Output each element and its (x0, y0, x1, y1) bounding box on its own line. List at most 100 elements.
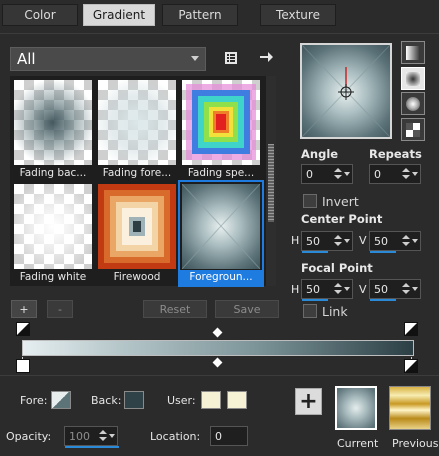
category-dropdown[interactable]: All (10, 47, 206, 71)
chevron-down-icon (191, 56, 199, 61)
spinner-icon[interactable] (402, 234, 410, 248)
gradient-thumbnail (182, 184, 260, 269)
link-label: Link (322, 304, 348, 319)
spinner-icon[interactable] (99, 429, 107, 443)
color-midpoint[interactable] (212, 357, 223, 368)
gradient-name: Fading spe... (187, 167, 255, 179)
angle-field[interactable]: 0 (301, 164, 353, 184)
previous-swatch[interactable] (389, 386, 431, 430)
add-stop-button[interactable]: + (11, 300, 37, 318)
gradient-name: Foregroun... (180, 270, 262, 285)
focal-h-value: 50 (306, 282, 320, 296)
plus-icon: + (299, 388, 318, 414)
opacity-field[interactable]: 100 (64, 426, 119, 448)
tab-color[interactable]: Color (2, 4, 78, 26)
tab-texture[interactable]: Texture (260, 4, 336, 26)
chevron-down-icon[interactable] (412, 172, 418, 176)
value-bar (65, 446, 119, 448)
angle-label: Angle (301, 147, 339, 161)
previous-label: Previous (392, 437, 439, 450)
current-swatch[interactable] (335, 386, 377, 430)
radial-gradient-icon (406, 122, 420, 137)
center-h-value: 50 (306, 234, 320, 248)
gradient-thumbnail (98, 80, 176, 165)
gradient-item[interactable]: Firewood (96, 182, 178, 285)
focal-point-label: Focal Point (301, 261, 373, 275)
link-checkbox[interactable] (303, 304, 317, 318)
linear-style-button[interactable] (401, 41, 425, 64)
value-bar (370, 251, 396, 253)
section-divider (0, 375, 439, 376)
focal-h-label: H (291, 283, 300, 296)
chevron-down-icon[interactable] (412, 287, 418, 291)
opacity-stop-right[interactable] (404, 322, 418, 336)
chevron-down-icon[interactable] (109, 434, 115, 438)
gradient-editor-bar[interactable] (22, 340, 414, 356)
angle-value: 0 (306, 167, 313, 181)
linear-gradient-icon (406, 45, 420, 60)
gradient-name: Fading white (19, 271, 87, 283)
gradient-item-selected[interactable]: Foregroun... (178, 180, 264, 287)
gradient-item[interactable]: Fading bac... (12, 78, 94, 181)
library-scrollbar[interactable] (266, 76, 276, 286)
tab-pattern[interactable]: Pattern (162, 4, 238, 26)
color-stop-right[interactable] (404, 359, 418, 373)
location-value: 0 (215, 429, 222, 443)
center-v-field[interactable]: 50 (369, 231, 421, 253)
arrow-right-icon[interactable] (258, 49, 274, 65)
back-swatch[interactable] (124, 391, 144, 409)
scrollbar-thumb[interactable] (268, 144, 274, 222)
spinner-icon[interactable] (402, 167, 410, 181)
chevron-down-icon[interactable] (344, 239, 350, 243)
gradient-library: Fading bac... Fading fore... Fading spe.… (10, 76, 266, 287)
gradient-thumbnail (98, 184, 176, 269)
center-h-field[interactable]: 50 (301, 231, 353, 253)
chevron-down-icon[interactable] (344, 172, 350, 176)
tab-gradient[interactable]: Gradient (83, 4, 155, 26)
location-label: Location: (150, 430, 201, 443)
rectangular-gradient-icon (406, 71, 420, 86)
reset-button[interactable]: Reset (143, 300, 207, 318)
add-to-library-button[interactable]: + (295, 388, 322, 415)
fore-swatch[interactable] (51, 391, 71, 409)
gradient-preview[interactable] (300, 43, 392, 139)
rectangular-style-button[interactable] (401, 67, 425, 90)
focal-v-field[interactable]: 50 (369, 279, 421, 301)
gradient-item[interactable]: Fading fore... (96, 78, 178, 181)
spinner-icon[interactable] (334, 282, 342, 296)
save-gradient-button[interactable]: Save (215, 300, 279, 318)
user-swatch-1[interactable] (201, 391, 221, 409)
focal-v-label: V (359, 283, 367, 296)
gradient-name: Firewood (113, 271, 161, 283)
list-view-icon[interactable] (224, 51, 238, 65)
repeats-field[interactable]: 0 (369, 164, 421, 184)
sunburst-style-button[interactable] (401, 92, 425, 115)
invert-checkbox[interactable] (303, 194, 317, 208)
user-swatch-2[interactable] (227, 391, 247, 409)
value-bar (302, 251, 328, 253)
spinner-icon[interactable] (334, 167, 342, 181)
opacity-stop-left[interactable] (16, 322, 30, 336)
gradient-thumbnail (14, 184, 92, 269)
focal-h-field[interactable]: 50 (301, 279, 353, 301)
fore-label: Fore: (20, 394, 48, 407)
color-stop-left[interactable] (16, 359, 30, 373)
gradient-thumbnail (182, 80, 260, 165)
gradient-name: Fading bac... (19, 167, 87, 179)
spinner-icon[interactable] (402, 282, 410, 296)
back-label: Back: (91, 394, 122, 407)
value-bar (370, 299, 396, 301)
remove-stop-button[interactable]: - (47, 300, 73, 318)
radial-style-button[interactable] (401, 118, 425, 141)
gradient-item[interactable]: Fading spe... (180, 78, 262, 181)
spinner-icon[interactable] (334, 234, 342, 248)
user-label: User: (167, 394, 196, 407)
opacity-label: Opacity: (6, 430, 52, 443)
location-field[interactable]: 0 (210, 426, 248, 446)
repeats-value: 0 (374, 167, 381, 181)
chevron-down-icon[interactable] (344, 287, 350, 291)
center-h-label: H (291, 234, 300, 247)
opacity-midpoint[interactable] (212, 327, 223, 338)
gradient-item[interactable]: Fading white (12, 182, 94, 285)
chevron-down-icon[interactable] (412, 239, 418, 243)
